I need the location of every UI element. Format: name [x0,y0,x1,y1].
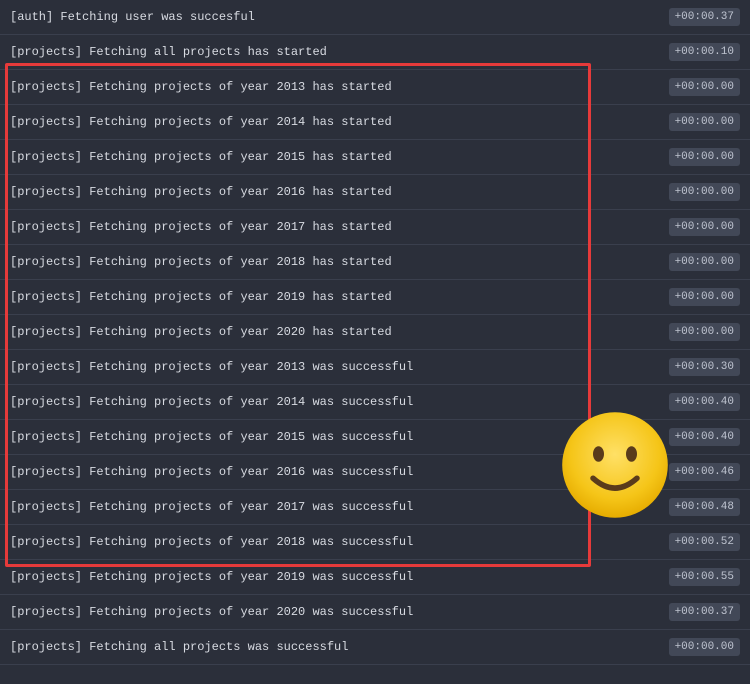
log-timestamp: +00:00.40 [669,428,740,446]
log-row[interactable]: [projects] Fetching projects of year 201… [0,210,750,245]
log-timestamp: +00:00.40 [669,393,740,411]
log-timestamp: +00:00.00 [669,78,740,96]
log-message: [auth] Fetching user was succesful [10,10,255,24]
log-row[interactable]: [projects] Fetching projects of year 201… [0,525,750,560]
log-message: [projects] Fetching projects of year 201… [10,465,413,479]
log-timestamp: +00:00.46 [669,463,740,481]
log-row[interactable]: [projects] Fetching projects of year 201… [0,105,750,140]
log-row[interactable]: [projects] Fetching projects of year 201… [0,420,750,455]
log-row[interactable]: [projects] Fetching projects of year 201… [0,280,750,315]
log-timestamp: +00:00.00 [669,323,740,341]
log-message: [projects] Fetching projects of year 201… [10,395,413,409]
log-timestamp: +00:00.48 [669,498,740,516]
log-message: [projects] Fetching projects of year 201… [10,570,413,584]
log-row[interactable]: [projects] Fetching projects of year 201… [0,140,750,175]
log-row[interactable]: [projects] Fetching projects of year 201… [0,175,750,210]
log-row[interactable]: [projects] Fetching projects of year 201… [0,455,750,490]
log-row[interactable]: [projects] Fetching projects of year 201… [0,490,750,525]
log-row[interactable]: [projects] Fetching projects of year 201… [0,350,750,385]
log-message: [projects] Fetching projects of year 202… [10,325,392,339]
log-list: [auth] Fetching user was succesful +00:00… [0,0,750,665]
log-message: [projects] Fetching all projects has sta… [10,45,327,59]
log-message: [projects] Fetching all projects was suc… [10,640,348,654]
log-timestamp: +00:00.52 [669,533,740,551]
log-timestamp: +00:00.00 [669,253,740,271]
log-timestamp: +00:00.00 [669,183,740,201]
log-timestamp: +00:00.55 [669,568,740,586]
log-row[interactable]: [projects] Fetching projects of year 201… [0,70,750,105]
log-message: [projects] Fetching projects of year 201… [10,80,392,94]
log-row[interactable]: [projects] Fetching projects of year 201… [0,245,750,280]
log-timestamp: +00:00.37 [669,603,740,621]
log-timestamp: +00:00.00 [669,148,740,166]
log-message: [projects] Fetching projects of year 201… [10,255,392,269]
log-message: [projects] Fetching projects of year 201… [10,290,392,304]
log-row[interactable]: [auth] Fetching user was succesful +00:00… [0,0,750,35]
log-message: [projects] Fetching projects of year 201… [10,500,413,514]
log-message: [projects] Fetching projects of year 201… [10,535,413,549]
log-row[interactable]: [projects] Fetching projects of year 202… [0,595,750,630]
log-timestamp: +00:00.10 [669,43,740,61]
log-row[interactable]: [projects] Fetching projects of year 201… [0,560,750,595]
log-row[interactable]: [projects] Fetching projects of year 201… [0,385,750,420]
log-timestamp: +00:00.00 [669,638,740,656]
log-timestamp: +00:00.37 [669,8,740,26]
log-row[interactable]: [projects] Fetching all projects has sta… [0,35,750,70]
log-timestamp: +00:00.00 [669,113,740,131]
log-message: [projects] Fetching projects of year 201… [10,430,413,444]
log-timestamp: +00:00.30 [669,358,740,376]
log-message: [projects] Fetching projects of year 201… [10,150,392,164]
log-message: [projects] Fetching projects of year 201… [10,115,392,129]
log-row[interactable]: [projects] Fetching projects of year 202… [0,315,750,350]
log-message: [projects] Fetching projects of year 201… [10,185,392,199]
log-row[interactable]: [projects] Fetching all projects was suc… [0,630,750,665]
log-timestamp: +00:00.00 [669,288,740,306]
log-message: [projects] Fetching projects of year 201… [10,360,413,374]
log-message: [projects] Fetching projects of year 202… [10,605,413,619]
log-timestamp: +00:00.00 [669,218,740,236]
log-message: [projects] Fetching projects of year 201… [10,220,392,234]
